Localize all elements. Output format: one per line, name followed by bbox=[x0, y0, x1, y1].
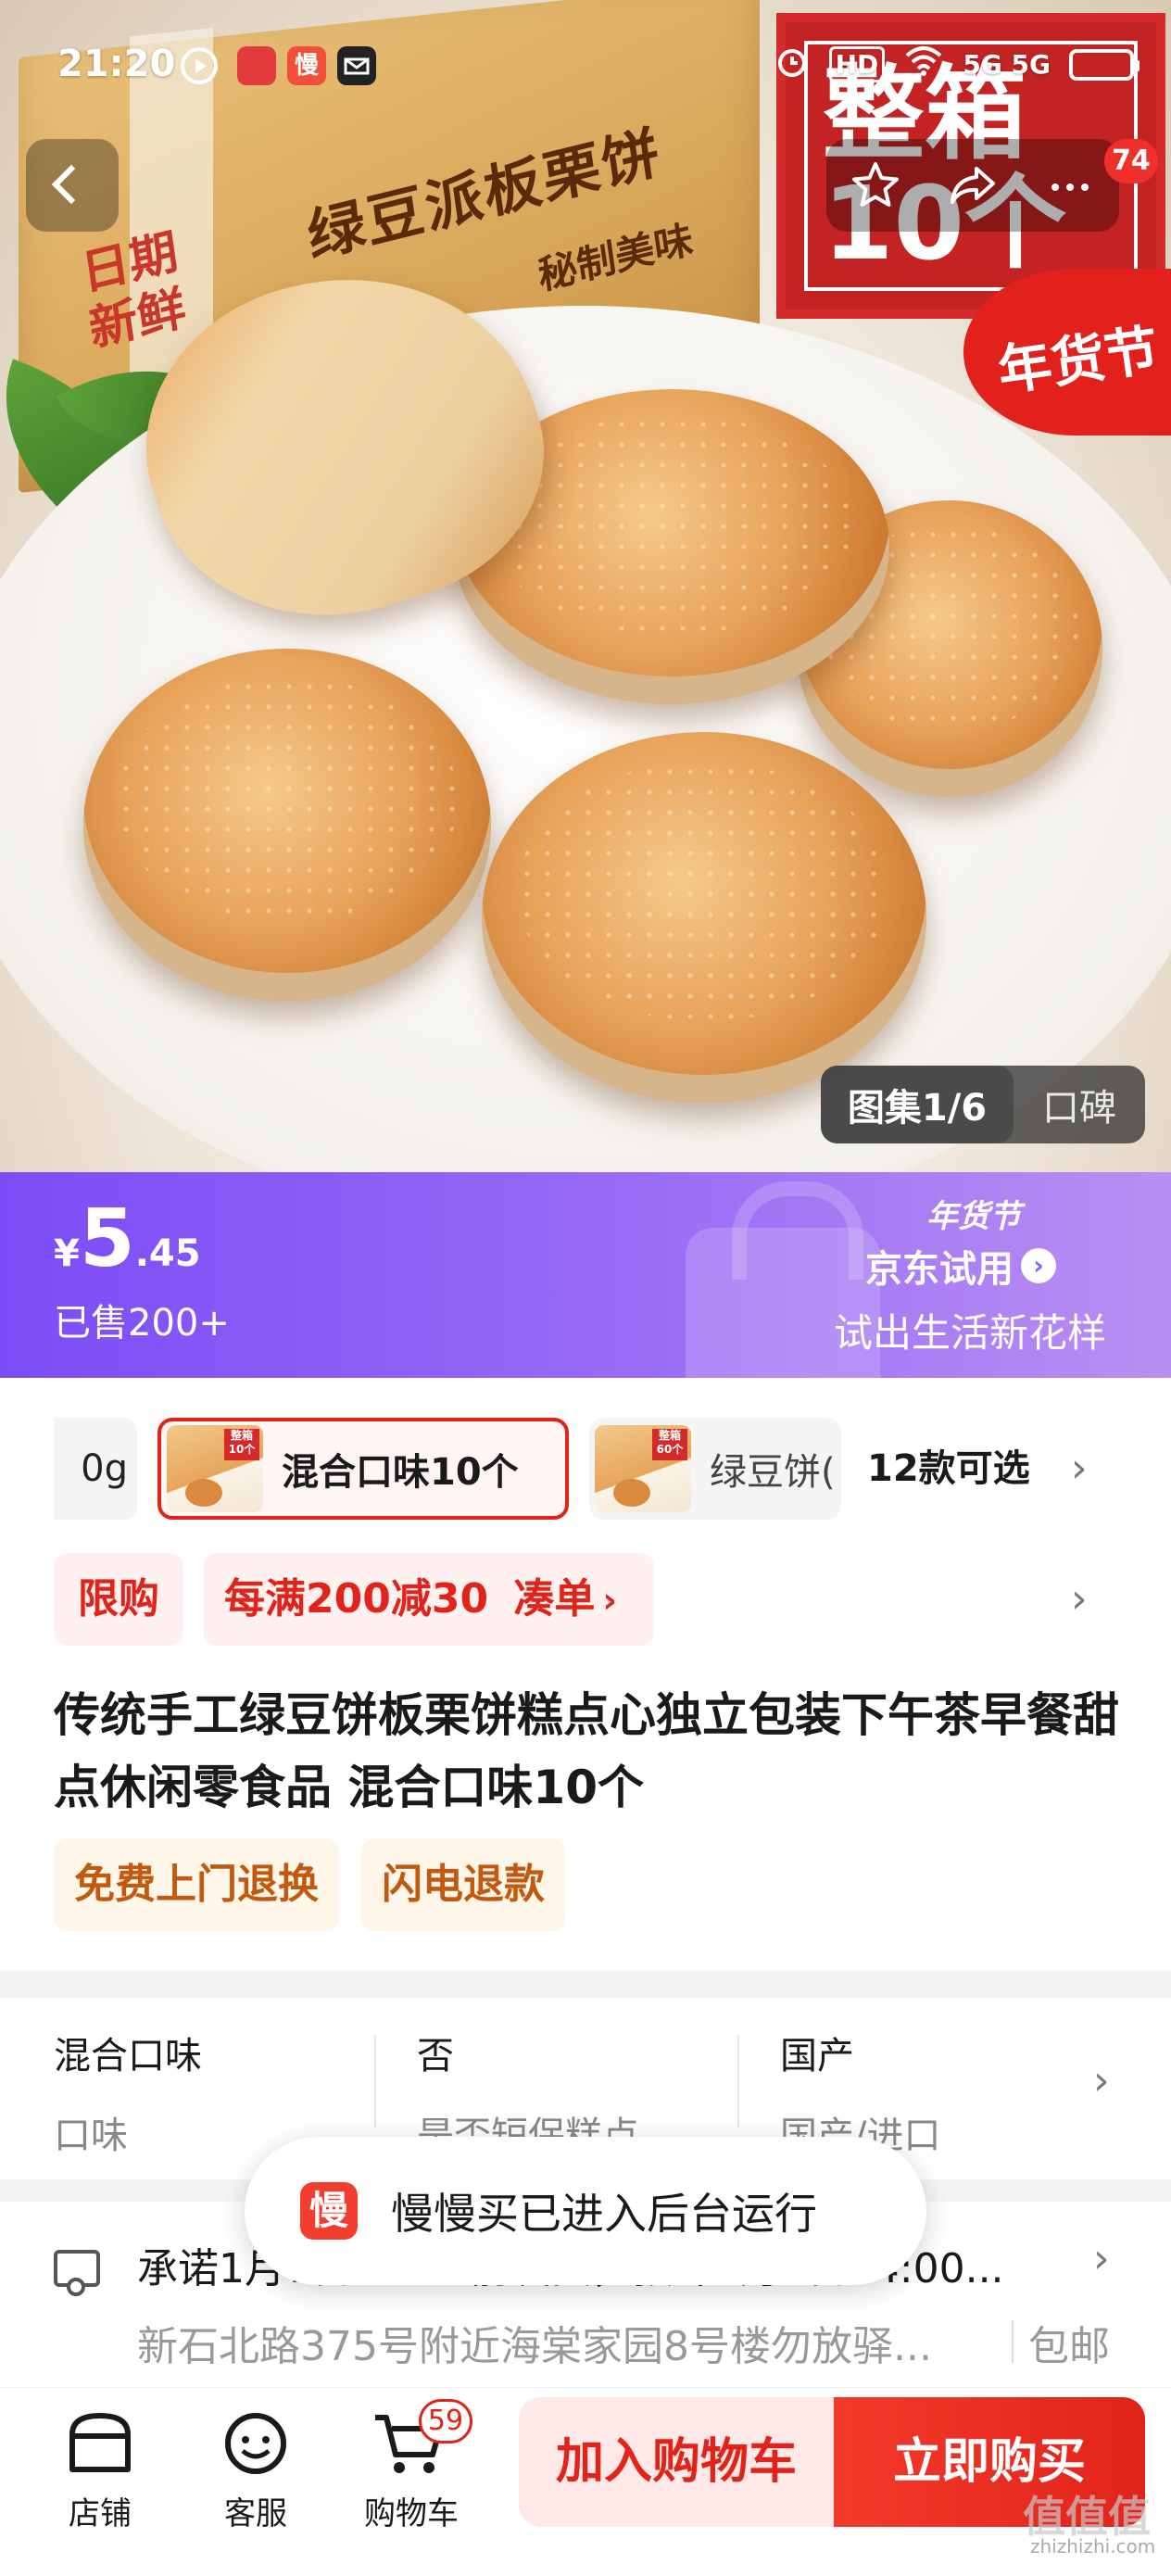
chevron-right-icon[interactable]: › bbox=[1093, 2057, 1110, 2104]
variant-thumbnail: 整箱60个 bbox=[595, 1425, 691, 1512]
tab-cart[interactable]: 59 购物车 bbox=[356, 2399, 472, 2533]
hd-icon: HD bbox=[828, 46, 886, 82]
service-tags: 免费上门退换 闪电退款 bbox=[54, 1838, 565, 1931]
attribute-value: 国产 bbox=[780, 2035, 854, 2077]
price-decimal: .45 bbox=[134, 1232, 201, 1275]
chevron-left-icon bbox=[51, 164, 92, 205]
tab-customer-service[interactable]: 客服 bbox=[200, 2406, 311, 2533]
box-subtitle-text: 秘制美味 bbox=[535, 216, 697, 299]
toast-message: 慢慢买已进入后台运行 bbox=[391, 2189, 817, 2239]
variant-selector: 0g 整箱10个 混合口味10个 整箱60个 绿豆饼( 12款可选 › bbox=[54, 1418, 1119, 1520]
variant-count[interactable]: 12款可选 bbox=[867, 1418, 1030, 1520]
deal-text: 每满200减30 bbox=[224, 1575, 489, 1623]
price: ¥5.45 bbox=[54, 1193, 201, 1285]
customer-service-icon bbox=[216, 2406, 296, 2481]
coupon-deal[interactable]: 每满200减30 凑单 › bbox=[204, 1553, 654, 1646]
attribute-flavor: 混合口味 口味 bbox=[54, 2026, 202, 2159]
cake bbox=[83, 649, 491, 1001]
variant-option-selected[interactable]: 整箱10个 混合口味10个 bbox=[157, 1418, 569, 1520]
deal-action[interactable]: 凑单 bbox=[513, 1575, 595, 1623]
sold-count: 已售200+ bbox=[54, 1302, 230, 1345]
trial-slogan: 试出生活新花样 bbox=[834, 1310, 1107, 1356]
promotion-row: 限购 每满200减30 凑单 › › bbox=[54, 1553, 1119, 1646]
divider bbox=[374, 2035, 376, 2128]
reviews-tab[interactable]: 口碑 bbox=[1014, 1078, 1145, 1131]
festival-tag: 年货节 bbox=[926, 1198, 1021, 1235]
more-menu-icon[interactable] bbox=[1028, 144, 1112, 227]
nav-actions bbox=[826, 139, 1119, 232]
attribute-value: 混合口味 bbox=[54, 2035, 202, 2077]
jd-trial-link[interactable]: 京东试用 › bbox=[865, 1239, 1056, 1293]
delivery-truck-icon bbox=[54, 2250, 100, 2296]
network-label: 5G 5G bbox=[963, 49, 1051, 80]
cake bbox=[482, 732, 926, 1103]
variant-thumb-tag: 整箱10个 bbox=[224, 1429, 259, 1460]
delivery-address[interactable]: 新石北路375号附近海棠家园8号楼勿放驿... bbox=[137, 2313, 1008, 2372]
watermark-url: zhizhizhi.com bbox=[1030, 2535, 1156, 2557]
tab-label: 店铺 bbox=[69, 2495, 132, 2532]
cart-count-badge: 59 bbox=[419, 2399, 472, 2443]
battery-icon bbox=[1069, 48, 1140, 81]
share-icon[interactable] bbox=[931, 144, 1014, 227]
variant-label: 混合口味10个 bbox=[282, 1451, 519, 1494]
favorite-star-icon[interactable] bbox=[834, 144, 917, 227]
jd-trial-label: 京东试用 bbox=[865, 1248, 1014, 1291]
app-heart-icon bbox=[237, 46, 276, 85]
back-button[interactable] bbox=[26, 139, 119, 232]
variant-option[interactable]: 整箱60个 绿豆饼( bbox=[589, 1418, 841, 1520]
product-image-gallery[interactable]: 日期新鲜 绿豆派板栗饼 秘制美味 整箱10个 年货节 21:20 慢 HD 5G… bbox=[0, 0, 1171, 1172]
alarm-icon bbox=[774, 43, 811, 86]
festival-seal: 年货节 bbox=[963, 269, 1171, 436]
chevron-right-icon[interactable]: › bbox=[1071, 1553, 1088, 1646]
variant-option-partial[interactable]: 0g bbox=[54, 1418, 137, 1520]
divider bbox=[1012, 2320, 1014, 2363]
limit-badge: 限购 bbox=[54, 1553, 183, 1646]
attribute-key: 口味 bbox=[54, 2115, 128, 2157]
price-integer: 5 bbox=[79, 1193, 135, 1285]
tab-label: 购物车 bbox=[364, 2495, 459, 2532]
service-tag-fast-refund[interactable]: 闪电退款 bbox=[361, 1838, 565, 1931]
bottom-action-bar: 店铺 客服 59 购物车 加入购物车 立即购买 bbox=[0, 2387, 1171, 2576]
gallery-switcher: 图集1/6 口碑 bbox=[821, 1066, 1145, 1143]
tab-label: 客服 bbox=[224, 2495, 287, 2532]
status-right-icons: HD 5G 5G bbox=[774, 43, 1140, 86]
play-icon bbox=[180, 46, 219, 85]
store-icon bbox=[60, 2406, 140, 2481]
add-to-cart-button[interactable]: 加入购物车 bbox=[519, 2397, 834, 2527]
wifi-icon bbox=[903, 44, 944, 84]
service-tag-free-return[interactable]: 免费上门退换 bbox=[54, 1838, 339, 1931]
gallery-tab[interactable]: 图集1/6 bbox=[821, 1066, 1014, 1143]
chevron-right-icon[interactable]: › bbox=[1093, 2235, 1110, 2282]
currency-symbol: ¥ bbox=[54, 1232, 80, 1275]
divider bbox=[737, 2035, 739, 2128]
price-banner: ¥5.45 已售200+ 年货节 京东试用 › 试出生活新花样 bbox=[0, 1172, 1171, 1378]
chevron-right-icon: › bbox=[1021, 1248, 1056, 1283]
section-divider bbox=[0, 1970, 1171, 1998]
message-count-badge: 74 bbox=[1104, 139, 1158, 183]
manmanmai-app-icon: 慢 bbox=[287, 46, 326, 85]
festival-seal-text: 年货节 bbox=[993, 318, 1163, 403]
status-bar: 21:20 慢 HD 5G 5G bbox=[0, 37, 1171, 102]
status-time: 21:20 bbox=[57, 43, 176, 85]
attribute-value: 否 bbox=[417, 2035, 454, 2077]
variant-label: 绿豆饼( bbox=[710, 1451, 836, 1494]
mail-icon bbox=[337, 46, 376, 85]
background-toast: 慢 慢慢买已进入后台运行 bbox=[245, 2137, 926, 2285]
manmanmai-logo-icon: 慢 bbox=[300, 2182, 358, 2240]
variant-thumb-tag: 整箱60个 bbox=[652, 1429, 687, 1460]
product-title: 传统手工绿豆饼板栗饼糕点心独立包装下午茶早餐甜点休闲零食品 混合口味10个 bbox=[54, 1688, 1119, 1814]
variant-thumbnail: 整箱10个 bbox=[167, 1425, 263, 1512]
shipping-fee: 包邮 bbox=[1028, 2323, 1110, 2370]
tab-store[interactable]: 店铺 bbox=[44, 2406, 156, 2533]
chevron-right-icon[interactable]: › bbox=[1071, 1418, 1088, 1520]
chevron-right-icon: › bbox=[602, 1580, 618, 1621]
